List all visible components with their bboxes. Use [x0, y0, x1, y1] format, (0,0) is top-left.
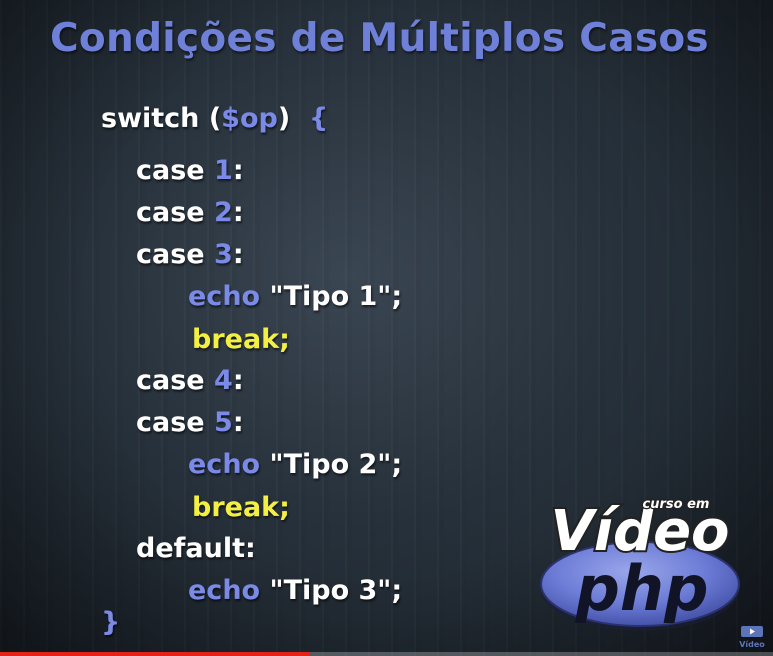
code-line-default: default: [136, 532, 256, 566]
keyword-echo: echo [188, 281, 261, 312]
video-progress-fill [0, 652, 310, 656]
brace-open: { [308, 103, 329, 134]
semicolon: ; [391, 281, 403, 312]
keyword-case: case [136, 155, 205, 186]
colon: : [232, 407, 244, 438]
string-literal: "Tipo 3" [269, 575, 392, 606]
keyword-case: case [136, 407, 205, 438]
video-progress-bar[interactable] [0, 652, 773, 656]
string-literal: "Tipo 2" [269, 449, 392, 480]
case-value: 4 [214, 365, 233, 396]
code-line-case-2: case 2: [136, 196, 244, 230]
keyword-switch: switch [101, 103, 200, 134]
keyword-echo: echo [188, 575, 261, 606]
keyword-case: case [136, 365, 205, 396]
case-value: 2 [214, 197, 233, 228]
code-line-echo-1: echo "Tipo 1"; [188, 280, 402, 314]
semicolon: ; [391, 449, 403, 480]
slide-title: Condições de Múltiplos Casos [50, 16, 709, 61]
code-line-close-brace: } [101, 606, 120, 640]
code-line-case-1: case 1: [136, 154, 244, 188]
case-value: 3 [214, 239, 233, 270]
code-line-echo-2: echo "Tipo 2"; [188, 448, 402, 482]
paren-close: ) [277, 103, 291, 134]
keyword-break: break; [192, 324, 290, 355]
code-line-case-3: case 3: [136, 238, 244, 272]
colon: : [232, 197, 244, 228]
case-value: 1 [214, 155, 233, 186]
variable-op: $op [221, 103, 278, 134]
code-line-break-2: break; [192, 491, 290, 525]
code-line-echo-3: echo "Tipo 3"; [188, 574, 402, 608]
code-line-case-4: case 4: [136, 364, 244, 398]
case-value: 5 [214, 407, 233, 438]
brace-close: } [101, 607, 121, 638]
logo-top-text: curso em [643, 497, 710, 512]
code-line-case-5: case 5: [136, 406, 244, 440]
semicolon: ; [391, 575, 403, 606]
keyword-default: default: [136, 533, 256, 564]
colon: : [232, 239, 244, 270]
keyword-case: case [136, 197, 205, 228]
code-line-switch: switch ($op) { [101, 102, 328, 136]
video-watermark-icon: Vídeo [739, 626, 765, 649]
colon: : [232, 155, 244, 186]
paren-open: ( [208, 103, 222, 134]
keyword-break: break; [192, 492, 290, 523]
keyword-echo: echo [188, 449, 261, 480]
curso-em-video-php-logo: php Vídeo curso em [540, 496, 740, 631]
keyword-case: case [136, 239, 205, 270]
colon: : [232, 365, 244, 396]
watermark-icon-label: Vídeo [739, 640, 765, 649]
string-literal: "Tipo 1" [269, 281, 392, 312]
code-line-break-1: break; [192, 323, 290, 357]
